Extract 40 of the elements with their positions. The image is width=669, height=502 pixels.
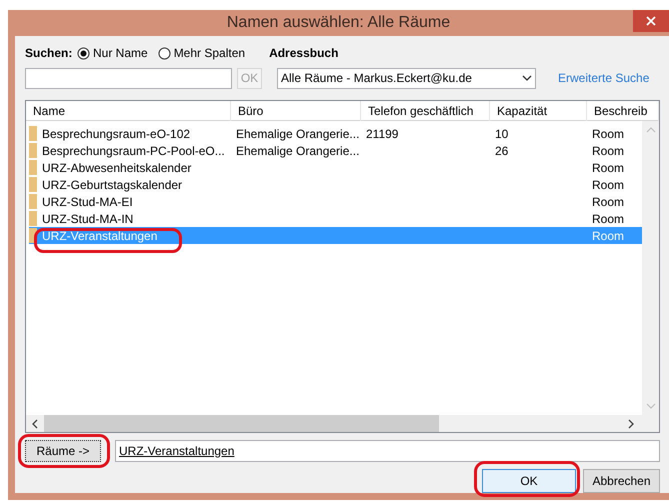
- radio-option[interactable]: Mehr Spalten: [158, 44, 246, 62]
- table-cell: URZ-Stud-MA-IN: [42, 212, 134, 226]
- radio-option[interactable]: Nur Name: [77, 44, 148, 62]
- column-header[interactable]: Telefon geschäftlich: [361, 101, 490, 120]
- table-cell: Room: [592, 160, 624, 174]
- window-title: Namen auswählen: Alle Räume: [226, 13, 450, 33]
- column-header[interactable]: Name: [26, 101, 231, 120]
- table-cell: Besprechungsraum-eO-102: [42, 126, 190, 140]
- column-header[interactable]: Büro: [231, 101, 361, 120]
- table-cell: Room: [592, 194, 624, 208]
- search-label: Suchen:: [25, 45, 71, 62]
- table-cell: Ehemalige Orangerie...: [236, 126, 360, 140]
- table-cell: Room: [592, 228, 624, 242]
- table-cell: Room: [592, 212, 624, 226]
- table-cell: URZ-Abwesenheitskalender: [42, 160, 192, 174]
- table-cell: URZ-Stud-MA-EI: [42, 194, 133, 208]
- list-row[interactable]: URZ-Geburtstagskalender Room: [29, 176, 642, 193]
- column-header[interactable]: Kapazität: [490, 101, 587, 120]
- table-cell: 10: [495, 126, 508, 140]
- address-book-dropdown[interactable]: Alle Räume - Markus.Eckert@ku.de: [277, 68, 536, 88]
- list-row[interactable]: URZ-Abwesenheitskalender Room: [29, 159, 642, 176]
- table-cell: Besprechungsraum-PC-Pool-eO...: [42, 144, 225, 158]
- table-cell: Room: [592, 144, 624, 158]
- list-row[interactable]: URZ-Stud-MA-IN Room: [29, 210, 642, 227]
- list-row[interactable]: URZ-Stud-MA-EI Room: [29, 193, 642, 210]
- table-cell: URZ-Veranstaltungen: [42, 228, 158, 242]
- table-cell: URZ-Geburtstagskalender: [42, 178, 182, 192]
- list-row[interactable]: Besprechungsraum-eO-102 Ehemalige Orangerie... 21199 10 Room: [29, 125, 642, 142]
- table-cell: Room: [592, 126, 624, 140]
- dialog-button[interactable]: OK: [482, 469, 576, 493]
- list-row[interactable]: Besprechungsraum-PC-Pool-eO... Ehemalige Orangerie... 26 Room: [29, 142, 642, 159]
- dialog-button[interactable]: Abbrechen: [583, 469, 660, 493]
- rooms-field[interactable]: URZ-Veranstaltungen: [115, 440, 660, 462]
- table-cell: 26: [495, 144, 508, 158]
- address-book-label: Adressbuch: [269, 45, 338, 62]
- table-cell: 21199: [366, 126, 398, 140]
- add-rooms-button[interactable]: Räume ->: [25, 440, 101, 462]
- table-cell: Ehemalige Orangerie...: [236, 144, 360, 158]
- advanced-search-link[interactable]: Erweiterte Suche: [558, 69, 650, 87]
- table-cell: Room: [592, 178, 624, 192]
